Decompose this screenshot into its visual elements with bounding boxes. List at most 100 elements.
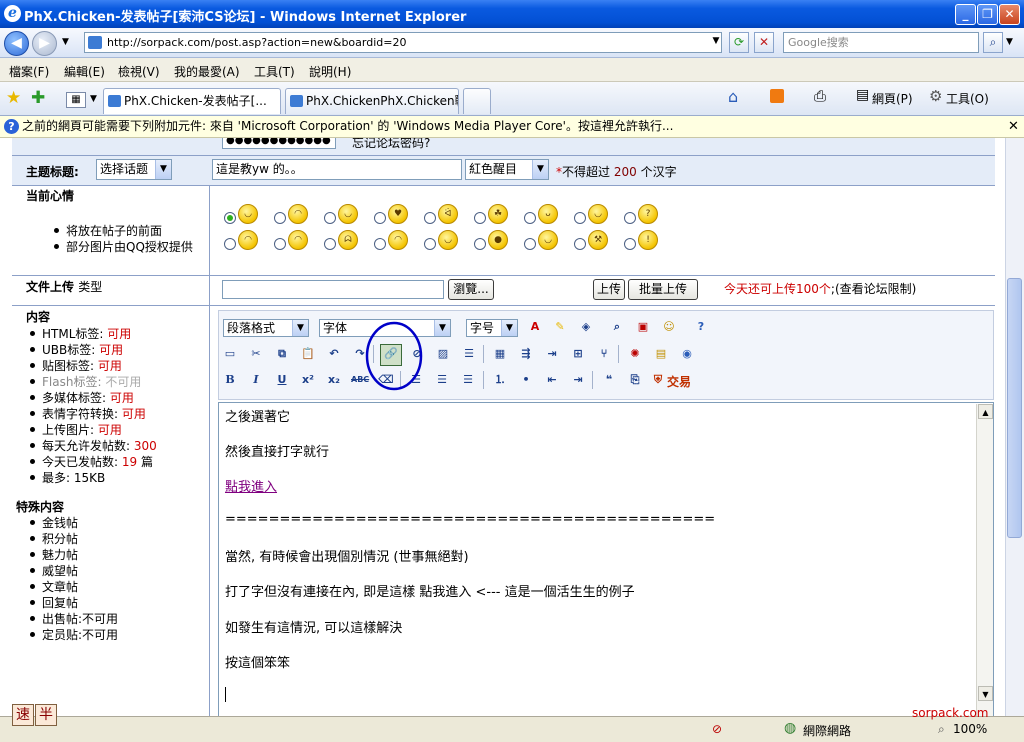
mood-radio[interactable]	[374, 212, 386, 224]
quick-tabs-icon[interactable]: ▦	[66, 92, 86, 108]
mood-radio[interactable]	[474, 212, 486, 224]
copy-icon[interactable]: ⧉	[273, 345, 291, 363]
menu-tools[interactable]: 工具(T)	[254, 63, 295, 80]
address-dropdown-icon[interactable]: ▼	[706, 32, 726, 53]
special-item[interactable]: 积分帖	[29, 530, 78, 547]
batch-upload-button[interactable]: 批量上传	[628, 279, 698, 300]
emoticon-icon[interactable]: ◠	[388, 230, 408, 250]
file-path-input[interactable]	[222, 280, 444, 299]
special-item[interactable]: 魅力帖	[29, 546, 78, 563]
page-menu[interactable]: 網頁(P)	[872, 90, 913, 107]
special-item[interactable]: 出售帖:不可用	[29, 610, 118, 627]
back-button[interactable]: ◀	[4, 31, 29, 56]
emoticon-icon[interactable]: ᗣ	[338, 230, 358, 250]
search-icon[interactable]: ⌕	[983, 32, 1003, 53]
indent-icon[interactable]: ⇥	[569, 371, 587, 389]
special-item[interactable]: 威望帖	[29, 562, 78, 579]
ime-speed-button[interactable]: 速	[12, 704, 34, 726]
special-item[interactable]: 回复帖	[29, 594, 78, 611]
align-center-icon[interactable]: ☰	[433, 371, 451, 389]
forum-limit-link[interactable]: ;(查看论坛限制)	[831, 282, 916, 296]
highlight-icon[interactable]: ✎	[551, 318, 569, 336]
history-dropdown-icon[interactable]: ▼	[62, 37, 69, 47]
insert-row-icon[interactable]: ⇶	[517, 345, 535, 363]
feeds-icon[interactable]	[770, 89, 784, 103]
refresh-icon[interactable]: ⟳	[729, 32, 749, 53]
font-color-icon[interactable]: A	[526, 318, 544, 336]
media-icon[interactable]: ▣	[634, 318, 652, 336]
search-options-icon[interactable]: ▼	[1006, 37, 1013, 47]
emoticon-icon[interactable]: ◡	[538, 230, 558, 250]
mood-radio[interactable]	[574, 212, 586, 224]
mood-radio[interactable]	[374, 238, 386, 250]
real-media-icon[interactable]: ◉	[678, 345, 696, 363]
cut-icon[interactable]: ✂	[247, 345, 265, 363]
size-select[interactable]: 字号 ▼	[466, 319, 518, 337]
maximize-button[interactable]: ❐	[977, 4, 998, 25]
tab-active[interactable]: PhX.Chicken-发表帖子[...	[103, 88, 281, 114]
insert-image-icon[interactable]: ▨	[434, 345, 452, 363]
subscript-icon[interactable]: x₂	[325, 371, 343, 389]
emoticon-icon[interactable]: ◠	[238, 230, 258, 250]
menu-view[interactable]: 檢視(V)	[118, 63, 160, 80]
password-hint[interactable]: 忘记论坛密码?	[352, 138, 430, 151]
mood-radio[interactable]	[324, 212, 336, 224]
print-icon[interactable]: ⎙	[814, 87, 826, 105]
help-icon[interactable]: ?	[692, 318, 710, 336]
menu-help[interactable]: 說明(H)	[309, 63, 351, 80]
mood-radio[interactable]	[424, 212, 436, 224]
emoticon-icon[interactable]: ◠	[288, 230, 308, 250]
superscript-icon[interactable]: x²	[299, 371, 317, 389]
insert-table-icon[interactable]: ▦	[491, 345, 509, 363]
split-cell-icon[interactable]: ⊞	[569, 345, 587, 363]
scroll-up-icon[interactable]: ▲	[978, 404, 993, 419]
find-icon[interactable]: ⌕	[608, 318, 626, 336]
flash-icon[interactable]: ✺	[626, 345, 644, 363]
mood-radio[interactable]	[274, 238, 286, 250]
bold-icon[interactable]: B	[221, 371, 239, 389]
ime-halfwidth-button[interactable]: 半	[35, 704, 57, 726]
upload-button[interactable]: 上传	[593, 279, 625, 300]
quote-icon[interactable]: ❝	[600, 371, 618, 389]
emoticon-icon[interactable]: !	[638, 230, 658, 250]
merge-cell-icon[interactable]: ⑂	[595, 345, 613, 363]
undo-icon[interactable]: ↶	[325, 345, 343, 363]
paragraph-select[interactable]: 段落格式 ▼	[223, 319, 309, 337]
horizontal-rule-icon[interactable]: ☰	[460, 345, 478, 363]
underline-icon[interactable]: U	[273, 371, 291, 389]
tools-menu[interactable]: 工具(O)	[946, 90, 989, 107]
emoticon-icon[interactable]: ◡	[338, 204, 358, 224]
mood-radio[interactable]	[624, 238, 636, 250]
special-item[interactable]: 文章帖	[29, 578, 78, 595]
emoticon-icon[interactable]: ?	[638, 204, 658, 224]
mood-radio[interactable]	[224, 238, 236, 250]
mood-radio[interactable]	[574, 238, 586, 250]
menu-favorites[interactable]: 我的最愛(A)	[174, 63, 240, 80]
special-item[interactable]: 金钱帖	[29, 514, 78, 531]
emoticon-icon[interactable]: ◡	[438, 230, 458, 250]
special-item[interactable]: 定员贴:不可用	[29, 626, 118, 643]
stop-icon[interactable]: ✕	[754, 32, 774, 53]
video-icon[interactable]: ▤	[652, 345, 670, 363]
table-window-icon[interactable]: ▭	[221, 345, 239, 363]
address-input[interactable]: http://sorpack.com/post.asp?action=new&b…	[84, 32, 722, 53]
editor-area[interactable]: 之後選著它 然後直接打字就行 點我進入 ====================…	[218, 402, 994, 716]
minimize-button[interactable]: _	[955, 4, 976, 25]
emoticon-icon[interactable]: ☺	[660, 318, 678, 336]
password-field[interactable]: ●●●●●●●●●●●●	[222, 138, 336, 149]
browse-button[interactable]: 瀏覽...	[448, 279, 494, 300]
emoticon-icon[interactable]: ☘	[488, 204, 508, 224]
code-icon[interactable]: ⎘	[626, 371, 644, 389]
emoticon-icon[interactable]: ●	[488, 230, 508, 250]
information-bar[interactable]: ? 之前的網頁可能需要下列附加元件: 來自 'Microsoft Corpora…	[0, 116, 1024, 138]
new-tab-button[interactable]	[463, 88, 491, 114]
tab-list-icon[interactable]: ▼	[90, 94, 97, 104]
align-right-icon[interactable]: ☰	[459, 371, 477, 389]
paste-icon[interactable]: 📋	[299, 345, 317, 363]
topic-input[interactable]: 這是教yw 的。。	[212, 159, 462, 180]
menu-file[interactable]: 檔案(F)	[9, 63, 49, 80]
bullet-list-icon[interactable]: •	[517, 371, 535, 389]
emoticon-icon[interactable]: ◡	[238, 204, 258, 224]
mood-radio[interactable]	[524, 238, 536, 250]
emoticon-icon[interactable]: ᐛ	[438, 204, 458, 224]
